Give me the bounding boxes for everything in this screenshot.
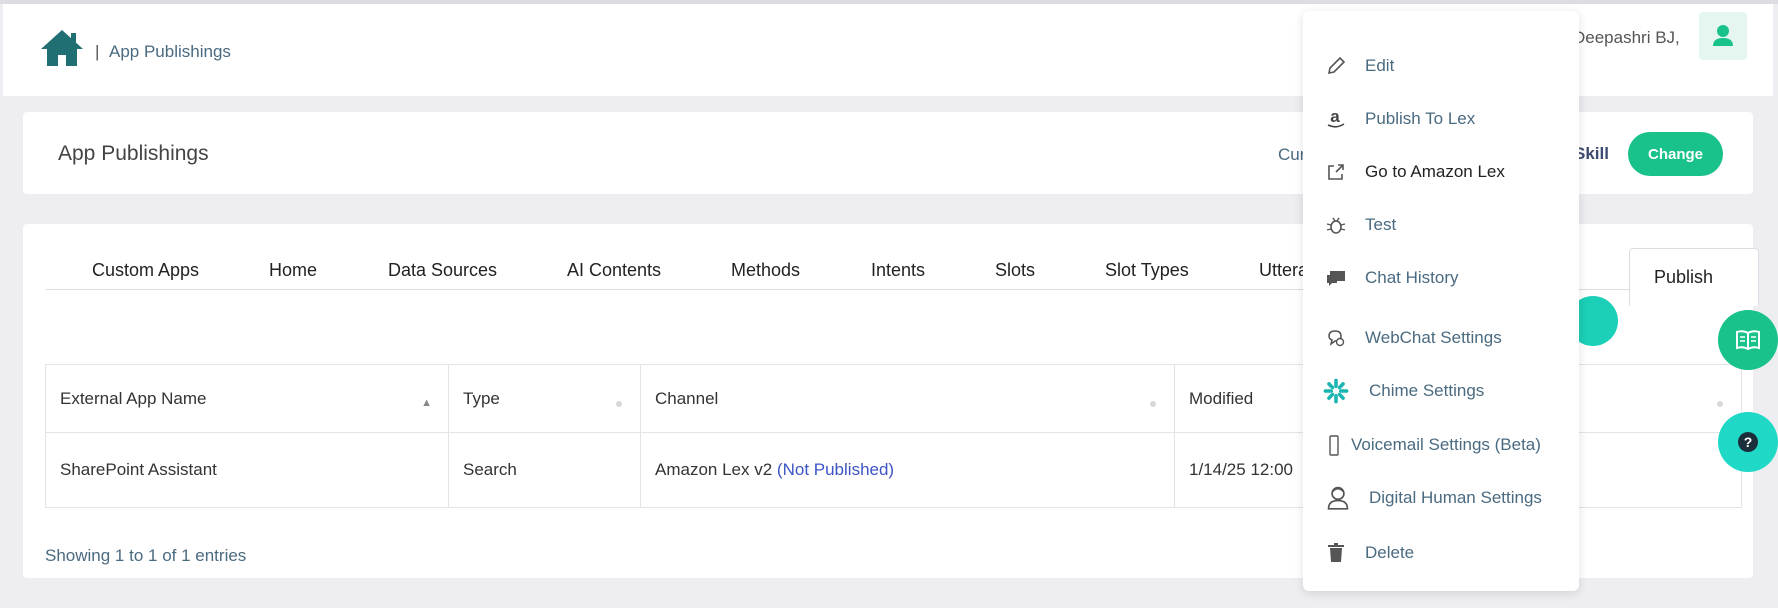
external-link-icon — [1328, 164, 1344, 180]
help-icon: ? — [1738, 432, 1758, 452]
amazon-icon: a — [1327, 108, 1345, 128]
voicemail-icon — [1329, 435, 1339, 456]
user-icon — [1713, 25, 1733, 46]
book-icon — [1736, 330, 1760, 351]
webchat-icon — [1328, 330, 1345, 347]
change-button[interactable]: Change — [1628, 132, 1723, 176]
menu-item-edit[interactable]: Edit — [1303, 45, 1579, 85]
chime-icon — [1323, 378, 1349, 404]
menu-item-delete[interactable]: Delete — [1303, 532, 1579, 572]
bug-icon — [1326, 217, 1346, 234]
guide-button[interactable] — [1718, 310, 1778, 370]
tab-publish-label: Publish — [1654, 267, 1714, 287]
page-title: App Publishings — [58, 142, 209, 165]
tab-home[interactable]: Home — [269, 260, 317, 281]
svg-text:?: ? — [1744, 434, 1753, 450]
tab-intents[interactable]: Intents — [871, 260, 925, 281]
menu-item-digital-human-settings[interactable]: Digital Human Settings — [1303, 477, 1579, 517]
menu-item-webchat-settings[interactable]: WebChat Settings — [1303, 317, 1579, 357]
breadcrumb[interactable]: App Publishings — [109, 42, 231, 62]
publish-status-link[interactable]: (Not Published) — [777, 460, 894, 479]
digital-human-icon — [1327, 486, 1349, 510]
breadcrumb-separator: | — [95, 42, 100, 61]
pencil-icon — [1327, 56, 1346, 75]
skill-name: Skill — [1574, 144, 1609, 163]
sort-icon — [1150, 401, 1156, 407]
svg-text:a: a — [1330, 108, 1340, 126]
menu-item-chime-settings[interactable]: Chime Settings — [1303, 370, 1579, 410]
cell-name: SharePoint Assistant — [45, 432, 449, 508]
column-header-external-app-name[interactable]: External App Name ▲ — [45, 364, 449, 433]
table-info: Showing 1 to 1 of 1 entries — [45, 546, 247, 565]
home-icon[interactable] — [39, 28, 85, 68]
cell-channel: Amazon Lex v2 (Not Published) — [640, 432, 1175, 508]
tab-methods[interactable]: Methods — [731, 260, 800, 281]
column-header-type[interactable]: Type — [448, 364, 641, 433]
sort-asc-icon: ▲ — [421, 397, 432, 409]
column-header-channel[interactable]: Channel — [640, 364, 1175, 433]
tab-slots[interactable]: Slots — [995, 260, 1035, 281]
sort-icon — [1717, 401, 1723, 407]
menu-item-test[interactable]: Test — [1303, 204, 1579, 244]
user-name: Deepashri BJ, — [1573, 28, 1680, 47]
menu-item-chat-history[interactable]: Chat History — [1303, 257, 1579, 297]
avatar[interactable] — [1699, 12, 1747, 60]
help-button[interactable]: ? — [1718, 412, 1778, 472]
sort-icon — [616, 401, 622, 407]
chat-history-icon — [1327, 271, 1345, 286]
tab-slot-types[interactable]: Slot Types — [1105, 260, 1189, 281]
menu-item-publish-to-lex[interactable]: a Publish To Lex — [1303, 98, 1579, 138]
menu-item-go-to-amazon-lex[interactable]: Go to Amazon Lex — [1303, 151, 1579, 191]
actions-dropdown-menu: Edit a Publish To Lex Go to Amazon Lex T… — [1303, 11, 1579, 591]
cell-type: Search — [448, 432, 641, 508]
tab-ai-contents[interactable]: AI Contents — [567, 260, 661, 281]
tab-data-sources[interactable]: Data Sources — [388, 260, 497, 281]
tab-custom-apps[interactable]: Custom Apps — [92, 260, 199, 281]
menu-item-voicemail-settings[interactable]: Voicemail Settings (Beta) — [1303, 424, 1579, 464]
tab-publish[interactable]: Publish — [1629, 248, 1759, 306]
trash-icon — [1328, 543, 1344, 562]
current-skill-label: Cur — [1278, 145, 1306, 164]
